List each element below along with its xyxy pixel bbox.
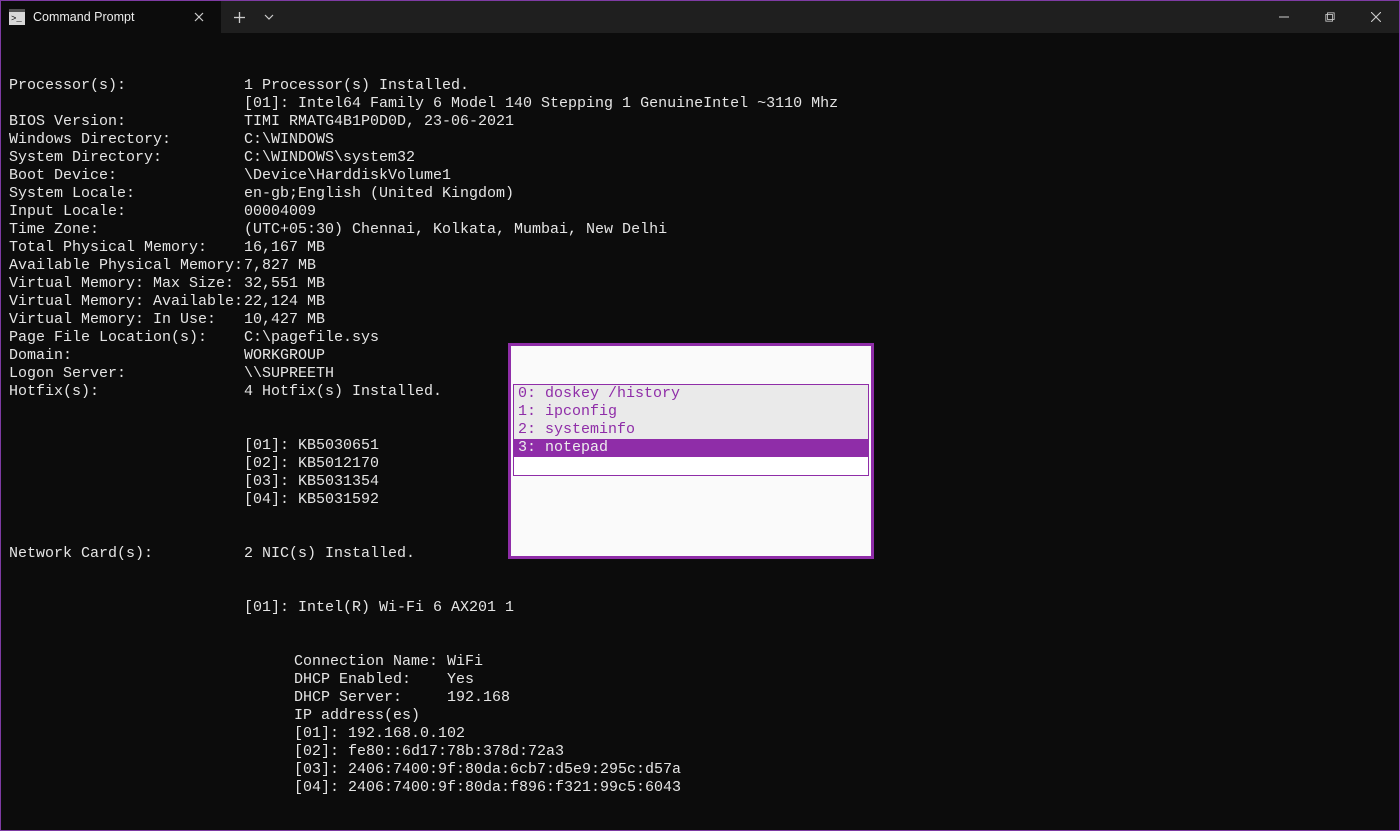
titlebar: >_ Command Prompt [1, 1, 1399, 33]
output-label: Logon Server: [9, 365, 244, 383]
tab-command-prompt[interactable]: >_ Command Prompt [1, 1, 221, 33]
output-label: Available Physical Memory: [9, 257, 244, 275]
output-row: Virtual Memory: Max Size:32,551 MB [9, 275, 1391, 293]
output-value: C:\pagefile.sys [244, 329, 379, 347]
output-label: Virtual Memory: Available: [9, 293, 244, 311]
output-label: Total Physical Memory: [9, 239, 244, 257]
output-label: Processor(s): [9, 77, 244, 95]
output-value: [01]: Intel64 Family 6 Model 140 Steppin… [244, 95, 838, 113]
output-label: BIOS Version: [9, 113, 244, 131]
output-row: Virtual Memory: Available:22,124 MB [9, 293, 1391, 311]
tab-dropdown-button[interactable] [257, 1, 281, 33]
nic-detail-row: [02]: fe80::6d17:78b:378d:72a3 [9, 743, 1391, 761]
output-row: Boot Device:\Device\HarddiskVolume1 [9, 167, 1391, 185]
window-controls [1261, 1, 1399, 33]
history-list: 0: doskey /history1: ipconfig2: systemin… [513, 384, 869, 476]
output-label: Virtual Memory: In Use: [9, 311, 244, 329]
nic-detail-row: [01]: 192.168.0.102 [9, 725, 1391, 743]
cmd-icon: >_ [9, 9, 25, 25]
command-history-popup: 0: doskey /history1: ipconfig2: systemin… [508, 343, 874, 559]
output-value: 16,167 MB [244, 239, 325, 257]
output-row: Input Locale:00004009 [9, 203, 1391, 221]
output-row: [01]: Intel64 Family 6 Model 140 Steppin… [9, 95, 1391, 113]
terminal-window: >_ Command Prompt Processor(s) [0, 0, 1400, 831]
output-label: System Directory: [9, 149, 244, 167]
output-value: 00004009 [244, 203, 316, 221]
minimize-button[interactable] [1261, 1, 1307, 33]
history-item[interactable]: 2: systeminfo [514, 421, 868, 439]
output-label: Windows Directory: [9, 131, 244, 149]
nic-detail-row: IP address(es) [9, 707, 1391, 725]
nic1-head: [01]: Intel(R) Wi-Fi 6 AX201 1 [9, 599, 1391, 617]
tab-close-button[interactable] [189, 7, 209, 27]
output-label: Domain: [9, 347, 244, 365]
nic-label: Network Card(s): [9, 545, 244, 563]
output-value: C:\WINDOWS\system32 [244, 149, 415, 167]
output-value: (UTC+05:30) Chennai, Kolkata, Mumbai, Ne… [244, 221, 667, 239]
output-label: Time Zone: [9, 221, 244, 239]
svg-text:>_: >_ [11, 14, 22, 24]
maximize-button[interactable] [1307, 1, 1353, 33]
nic-detail-row: DHCP Server: 192.168 [9, 689, 1391, 707]
output-row: Available Physical Memory:7,827 MB [9, 257, 1391, 275]
output-row: Processor(s):1 Processor(s) Installed. [9, 77, 1391, 95]
nic-value: 2 NIC(s) Installed. [244, 545, 415, 563]
output-value: 22,124 MB [244, 293, 325, 311]
history-item[interactable]: 0: doskey /history [514, 385, 868, 403]
output-value: 7,827 MB [244, 257, 316, 275]
titlebar-drag-area[interactable] [281, 1, 1261, 33]
nic-detail-row: [04]: 2406:7400:9f:80da:f896:f321:99c5:6… [9, 779, 1391, 797]
output-label: Hotfix(s): [9, 383, 244, 401]
output-row: Time Zone:(UTC+05:30) Chennai, Kolkata, … [9, 221, 1391, 239]
output-row: System Locale:en-gb;English (United King… [9, 185, 1391, 203]
output-value: \\SUPREETH [244, 365, 334, 383]
output-value: 32,551 MB [244, 275, 325, 293]
output-value: \Device\HarddiskVolume1 [244, 167, 451, 185]
close-button[interactable] [1353, 1, 1399, 33]
output-label: System Locale: [9, 185, 244, 203]
output-label: Page File Location(s): [9, 329, 244, 347]
output-row: System Directory:C:\WINDOWS\system32 [9, 149, 1391, 167]
nic-detail-row: [03]: 2406:7400:9f:80da:6cb7:d5e9:295c:d… [9, 761, 1391, 779]
output-row: BIOS Version:TIMI RMATG4B1P0D0D, 23-06-2… [9, 113, 1391, 131]
output-row: Windows Directory:C:\WINDOWS [9, 131, 1391, 149]
output-row: Total Physical Memory:16,167 MB [9, 239, 1391, 257]
new-tab-button[interactable] [221, 1, 257, 33]
output-value: en-gb;English (United Kingdom) [244, 185, 514, 203]
output-value: C:\WINDOWS [244, 131, 334, 149]
output-value: 10,427 MB [244, 311, 325, 329]
history-item[interactable]: 1: ipconfig [514, 403, 868, 421]
history-input-line[interactable] [514, 457, 868, 475]
output-value: WORKGROUP [244, 347, 325, 365]
tab-title: Command Prompt [33, 10, 134, 24]
output-row: Virtual Memory: In Use:10,427 MB [9, 311, 1391, 329]
output-label [9, 95, 244, 113]
nic-detail-row: DHCP Enabled: Yes [9, 671, 1391, 689]
output-value: 1 Processor(s) Installed. [244, 77, 469, 95]
output-label: Input Locale: [9, 203, 244, 221]
output-value: TIMI RMATG4B1P0D0D, 23-06-2021 [244, 113, 514, 131]
output-label: Virtual Memory: Max Size: [9, 275, 244, 293]
history-item[interactable]: 3: notepad [514, 439, 868, 457]
terminal-output[interactable]: Processor(s):1 Processor(s) Installed.[0… [1, 33, 1399, 830]
output-label: Boot Device: [9, 167, 244, 185]
nic-detail-row: Connection Name: WiFi [9, 653, 1391, 671]
output-value: 4 Hotfix(s) Installed. [244, 383, 442, 401]
